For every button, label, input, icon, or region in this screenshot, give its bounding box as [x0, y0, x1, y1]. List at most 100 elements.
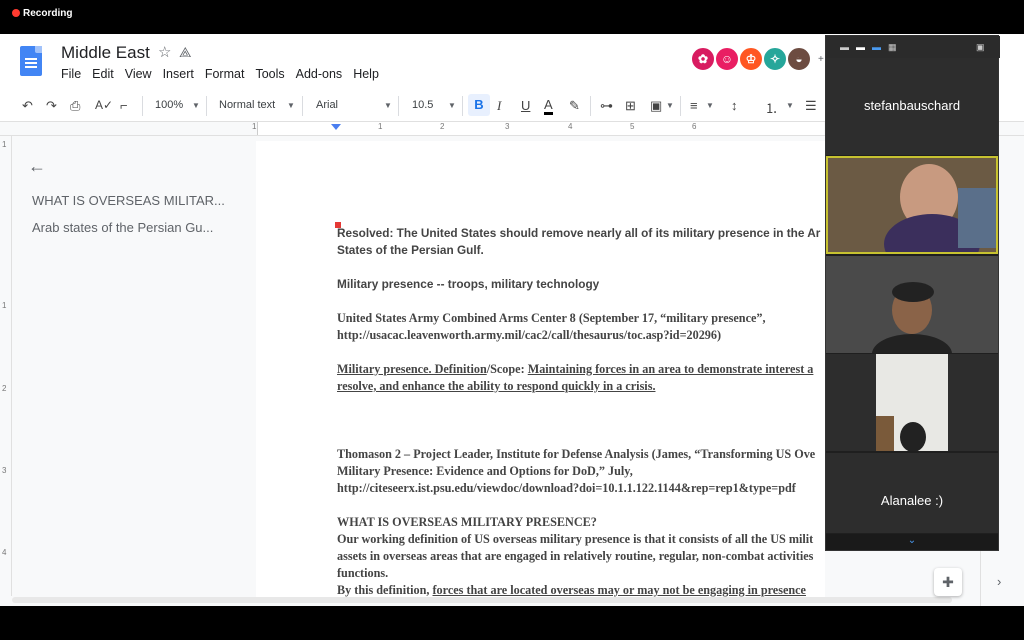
- ruler-number: 1: [378, 122, 383, 131]
- link-icon[interactable]: ⊶: [600, 98, 613, 114]
- undo-icon[interactable]: ↶: [22, 98, 33, 114]
- screen: Recording Middle East ☆ ⟁ File Edit View…: [0, 0, 1024, 640]
- definition-text: resolve, and enhance the ability to resp…: [337, 379, 656, 393]
- recording-label: Recording: [23, 8, 73, 19]
- restore-icon[interactable]: ▣: [976, 42, 985, 52]
- document-page[interactable]: Resolved: The United States should remov…: [256, 141, 825, 601]
- print-icon[interactable]: ⎙: [70, 98, 80, 114]
- horizontal-scrollbar[interactable]: [12, 597, 952, 603]
- italic-button[interactable]: I: [497, 98, 501, 114]
- move-to-drive-icon[interactable]: ⟁: [179, 44, 192, 61]
- video-participants-panel: ▬ ▬ ▬ ▦ ▣ stefanbauschard Alanalee :) ⌄: [825, 35, 1000, 551]
- body-line: Our working definition of US overseas mi…: [337, 532, 814, 546]
- chevron-right-icon[interactable]: ›: [997, 574, 1001, 589]
- body-text: By this definition,: [337, 583, 433, 597]
- chevron-down-icon: ▼: [448, 101, 456, 110]
- font-select[interactable]: Arial: [316, 99, 338, 111]
- video-panel-header: ▬ ▬ ▬ ▦ ▣: [826, 36, 1000, 58]
- avatar[interactable]: ☺: [714, 46, 740, 72]
- collaborator-cursor: [335, 222, 341, 228]
- collaborator-avatars: ✿ ☺ ♔ ✧ ◒: [690, 46, 812, 72]
- menu-addons[interactable]: Add-ons: [296, 67, 343, 81]
- numbered-list-icon[interactable]: ⒈: [765, 98, 778, 117]
- indent-marker-icon[interactable]: [331, 124, 341, 130]
- bottom-bar: [0, 606, 1024, 640]
- zoom-select[interactable]: 100%: [155, 99, 183, 111]
- line-spacing-icon[interactable]: ↕: [731, 98, 738, 113]
- avatar[interactable]: ◒: [786, 46, 812, 72]
- recording-bar: Recording: [0, 0, 1024, 34]
- menu-insert[interactable]: Insert: [163, 67, 194, 81]
- participant-hair: [892, 282, 934, 302]
- participant-video[interactable]: [826, 156, 998, 254]
- redo-icon[interactable]: ↷: [46, 98, 57, 114]
- definition-line: resolve, and enhance the ability to resp…: [337, 378, 825, 395]
- ruler-number: 6: [692, 122, 697, 131]
- citation-line: Thomason 2 – Project Leader, Institute f…: [337, 447, 816, 461]
- recording-dot-icon: [12, 9, 20, 17]
- definition-scope: /Scope:: [486, 362, 528, 376]
- definition-term: Military presence. Definition: [337, 362, 487, 376]
- avatar[interactable]: ✿: [690, 46, 716, 72]
- chevron-down-icon[interactable]: ⌄: [826, 534, 998, 550]
- gallery-view-icon[interactable]: ▦: [888, 42, 897, 52]
- avatar[interactable]: ♔: [738, 46, 764, 72]
- document-body[interactable]: Resolved: The United States should remov…: [337, 225, 825, 599]
- participant-video[interactable]: [826, 256, 998, 353]
- add-comment-icon[interactable]: ⊞: [625, 98, 636, 114]
- participant-face: [900, 422, 926, 451]
- star-icon[interactable]: ☆: [158, 43, 171, 61]
- participant-video[interactable]: [826, 354, 998, 451]
- menu-bar: File Edit View Insert Format Tools Add-o…: [61, 67, 390, 81]
- more-collaborators[interactable]: +: [818, 54, 824, 65]
- ruler-number: 4: [2, 548, 7, 557]
- underline-button[interactable]: U: [521, 98, 530, 113]
- avatar[interactable]: ✧: [762, 46, 788, 72]
- insert-image-icon[interactable]: ▣: [650, 98, 662, 114]
- section-heading: WHAT IS OVERSEAS MILITARY PRESENCE?: [337, 515, 597, 529]
- definition-text: Maintaining forces in an area to demonst…: [527, 362, 814, 376]
- menu-format[interactable]: Format: [205, 67, 245, 81]
- back-arrow-icon[interactable]: ←: [28, 156, 46, 177]
- citation-line: Military Presence: Evidence and Options …: [337, 464, 633, 478]
- chevron-down-icon: ▼: [287, 101, 295, 110]
- chevron-down-icon: ▼: [706, 101, 714, 110]
- text-color-button[interactable]: A: [544, 98, 553, 115]
- view-icon[interactable]: ▬: [856, 42, 865, 52]
- chevron-down-icon: ▼: [384, 101, 392, 110]
- participant-name: Alanalee :): [880, 493, 944, 508]
- spellcheck-icon[interactable]: A✓: [95, 98, 113, 112]
- bulleted-list-icon[interactable]: ☰: [805, 98, 817, 114]
- bold-button[interactable]: B: [468, 94, 490, 116]
- document-title[interactable]: Middle East: [61, 43, 150, 63]
- paint-format-icon[interactable]: ⌐: [120, 98, 128, 113]
- ruler-number: 3: [505, 122, 510, 131]
- resolution-line: States of the Persian Gulf.: [337, 243, 484, 257]
- citation-line: http://citeseerx.ist.psu.edu/viewdoc/dow…: [337, 481, 796, 495]
- chevron-down-icon: ▼: [192, 101, 200, 110]
- menu-view[interactable]: View: [125, 67, 152, 81]
- chevron-down-icon: ▼: [786, 101, 794, 110]
- ruler-number: 1: [252, 122, 257, 131]
- explore-button[interactable]: ✚: [934, 568, 962, 596]
- document-outline: ← WHAT IS OVERSEAS MILITAR... Arab state…: [12, 136, 255, 596]
- speaker-view-icon[interactable]: ▬: [872, 42, 881, 52]
- minimize-icon[interactable]: ▬: [840, 42, 849, 52]
- highlight-icon[interactable]: ✎: [569, 98, 580, 114]
- menu-edit[interactable]: Edit: [92, 67, 114, 81]
- participant-tile[interactable]: stefanbauschard: [826, 58, 998, 155]
- menu-tools[interactable]: Tools: [255, 67, 284, 81]
- body-underlined: forces that are located overseas may or …: [432, 583, 806, 597]
- font-size-select[interactable]: 10.5: [412, 99, 433, 111]
- chevron-down-icon: ▼: [666, 101, 674, 110]
- paragraph-style-select[interactable]: Normal text: [219, 99, 275, 111]
- menu-help[interactable]: Help: [353, 67, 379, 81]
- citation-line: http://usacac.leavenworth.army.mil/cac2/…: [337, 328, 722, 342]
- align-icon[interactable]: ≡: [690, 98, 698, 113]
- participant-name: stefanbauschard: [863, 98, 961, 113]
- participant-tile[interactable]: Alanalee :): [826, 453, 998, 533]
- outline-item[interactable]: Arab states of the Persian Gu...: [32, 220, 232, 235]
- outline-item[interactable]: WHAT IS OVERSEAS MILITAR...: [32, 193, 232, 208]
- menu-file[interactable]: File: [61, 67, 81, 81]
- docs-logo-icon[interactable]: [20, 46, 42, 76]
